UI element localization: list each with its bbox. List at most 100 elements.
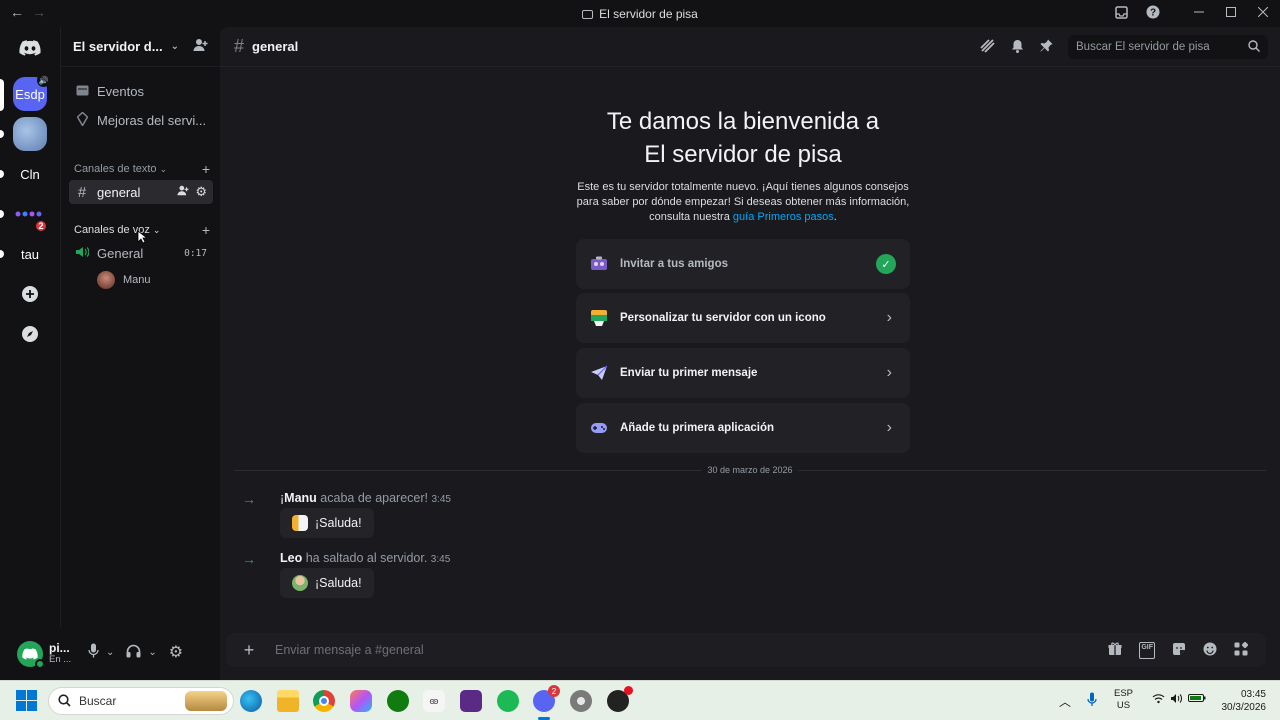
server-tau[interactable]: tau	[13, 237, 47, 271]
add-attachment-icon[interactable]: +	[232, 640, 266, 661]
bell-icon[interactable]	[1011, 39, 1024, 56]
server-cln[interactable]: Cln	[13, 157, 47, 191]
volume-icon[interactable]	[1170, 693, 1183, 707]
pin-icon[interactable]	[1040, 39, 1053, 56]
server-image[interactable]	[13, 117, 47, 151]
welcome-title: Te damos la bienvenida a El servidor de …	[578, 105, 908, 171]
chevron-down-icon[interactable]: ⌄	[148, 647, 156, 658]
home-discord-icon[interactable]	[13, 31, 47, 65]
wave-button[interactable]: ¡Saluda!	[280, 568, 374, 598]
apps-icon[interactable]	[1234, 641, 1249, 659]
gear-icon[interactable]: ⚙	[195, 184, 207, 200]
channel-general-voice[interactable]: General 0:17	[69, 241, 213, 265]
voice-timer: 0:17	[184, 247, 207, 259]
paint-icon	[590, 309, 608, 327]
message-input[interactable]: Enviar mensaje a #general	[275, 643, 424, 657]
unread-indicator	[0, 130, 4, 138]
search-input[interactable]: Buscar El servidor de pisa	[1068, 35, 1268, 59]
inbox-icon[interactable]	[1114, 5, 1128, 19]
boosts-item[interactable]: Mejoras del servi...	[69, 108, 213, 132]
windows-start-icon[interactable]	[16, 690, 38, 712]
message-username[interactable]: Manu	[284, 491, 317, 505]
threads-icon[interactable]	[980, 39, 995, 56]
app-icon[interactable]: ꙭ	[423, 690, 445, 712]
channel-sidebar: El servidor d... ⌄ Eventos Mejoras del s…	[60, 27, 220, 627]
search-icon	[1248, 40, 1260, 55]
search-placeholder: Buscar El servidor de pisa	[1076, 41, 1210, 53]
add-server-icon[interactable]	[13, 277, 47, 311]
events-item[interactable]: Eventos	[69, 79, 213, 103]
recording-dot-icon	[624, 686, 633, 695]
check-icon: ✓	[876, 254, 896, 274]
chevron-down-icon: ⌄	[159, 163, 168, 174]
headphones-icon[interactable]	[126, 644, 141, 661]
invite-friends-label: Invitar a tus amigos	[620, 258, 729, 270]
user-info[interactable]: pi... En ...	[49, 642, 71, 665]
message-timestamp: 3:45	[430, 554, 451, 565]
invite-friends-card[interactable]: Invitar a tus amigos ✓	[576, 239, 910, 289]
copilot-icon[interactable]	[350, 690, 372, 712]
voice-user-item[interactable]: Manu	[97, 271, 151, 289]
first-message-card[interactable]: Enviar tu primer mensaje ›	[576, 348, 910, 398]
add-channel-icon[interactable]: +	[202, 222, 210, 238]
file-explorer-icon[interactable]	[277, 690, 299, 712]
chevron-down-icon[interactable]: ⌄	[106, 647, 114, 658]
chevron-up-icon[interactable]: ︿	[1059, 693, 1071, 710]
unread-indicator	[0, 170, 4, 178]
discord-taskbar-icon[interactable]: 2	[533, 685, 560, 712]
instagram-icon[interactable]	[460, 690, 482, 712]
voice-channel-label: General	[97, 245, 144, 261]
channel-general-label: general	[97, 184, 141, 200]
sticker-icon[interactable]	[1172, 642, 1186, 659]
channel-general-text[interactable]: # general ⚙	[69, 180, 213, 204]
clock-date: 30/3/2026	[1221, 702, 1267, 713]
settings-icon[interactable]	[570, 690, 592, 712]
customize-icon-card[interactable]: Personalizar tu servidor con un icono ›	[576, 293, 910, 343]
message-composer: + Enviar mensaje a #general GIF	[226, 633, 1266, 667]
clock-time: 03:45	[1240, 689, 1266, 700]
add-channel-icon[interactable]: +	[202, 161, 210, 177]
language-indicator[interactable]: ESP US	[1114, 688, 1133, 712]
emoji-icon[interactable]	[1203, 642, 1217, 659]
server-esdp[interactable]: Esdp 🔊	[13, 74, 50, 111]
discover-compass-icon[interactable]	[13, 317, 47, 351]
maximize-icon[interactable]	[1224, 5, 1238, 19]
wave-button[interactable]: ¡Saluda!	[280, 508, 374, 538]
gear-icon[interactable]: ⚙	[169, 642, 183, 662]
spotify-icon[interactable]	[497, 690, 519, 712]
wave-label: ¡Saluda!	[315, 576, 362, 590]
close-icon[interactable]	[1256, 5, 1270, 19]
avatar[interactable]	[17, 640, 45, 669]
microphone-icon[interactable]	[1087, 692, 1097, 710]
title-bar: ← → El servidor de pisa ?	[0, 0, 1280, 27]
message-username[interactable]: Leo	[280, 551, 302, 565]
minimize-icon[interactable]	[1192, 5, 1206, 19]
getting-started-link[interactable]: guía Primeros pasos	[733, 211, 834, 223]
invite-user-icon[interactable]	[193, 38, 208, 55]
taskbar-search-label: Buscar	[79, 694, 117, 708]
invite-user-icon[interactable]	[177, 185, 189, 199]
gif-icon[interactable]: GIF	[1139, 642, 1155, 659]
taskbar-search[interactable]: Buscar	[48, 687, 234, 715]
server-header[interactable]: El servidor d... ⌄	[61, 27, 220, 67]
clock[interactable]: 03:45 30/3/2026	[1216, 688, 1267, 714]
lang-code: ESP	[1114, 688, 1134, 699]
edge-icon[interactable]	[240, 690, 262, 712]
wifi-icon[interactable]	[1152, 693, 1165, 707]
invite-friends-icon	[590, 255, 608, 273]
welcome-section: Te damos la bienvenida a El servidor de …	[220, 105, 1266, 225]
chevron-right-icon: ›	[886, 419, 892, 436]
microphone-icon[interactable]	[88, 643, 99, 661]
server-folder[interactable]: 2	[13, 197, 48, 233]
text-category[interactable]: Canales de texto ⌄ +	[74, 161, 210, 177]
first-app-card[interactable]: Añade tu primera aplicación ›	[576, 403, 910, 453]
chrome-icon[interactable]	[313, 690, 335, 712]
obs-icon[interactable]	[607, 686, 633, 712]
battery-icon[interactable]	[1188, 693, 1206, 706]
help-icon[interactable]: ?	[1146, 5, 1160, 19]
xbox-icon[interactable]	[387, 690, 409, 712]
hashtag-icon: #	[234, 36, 245, 56]
welcome-desc-suffix: .	[833, 211, 837, 223]
speaker-icon: 🔊	[37, 74, 50, 87]
gift-icon[interactable]	[1108, 642, 1122, 659]
